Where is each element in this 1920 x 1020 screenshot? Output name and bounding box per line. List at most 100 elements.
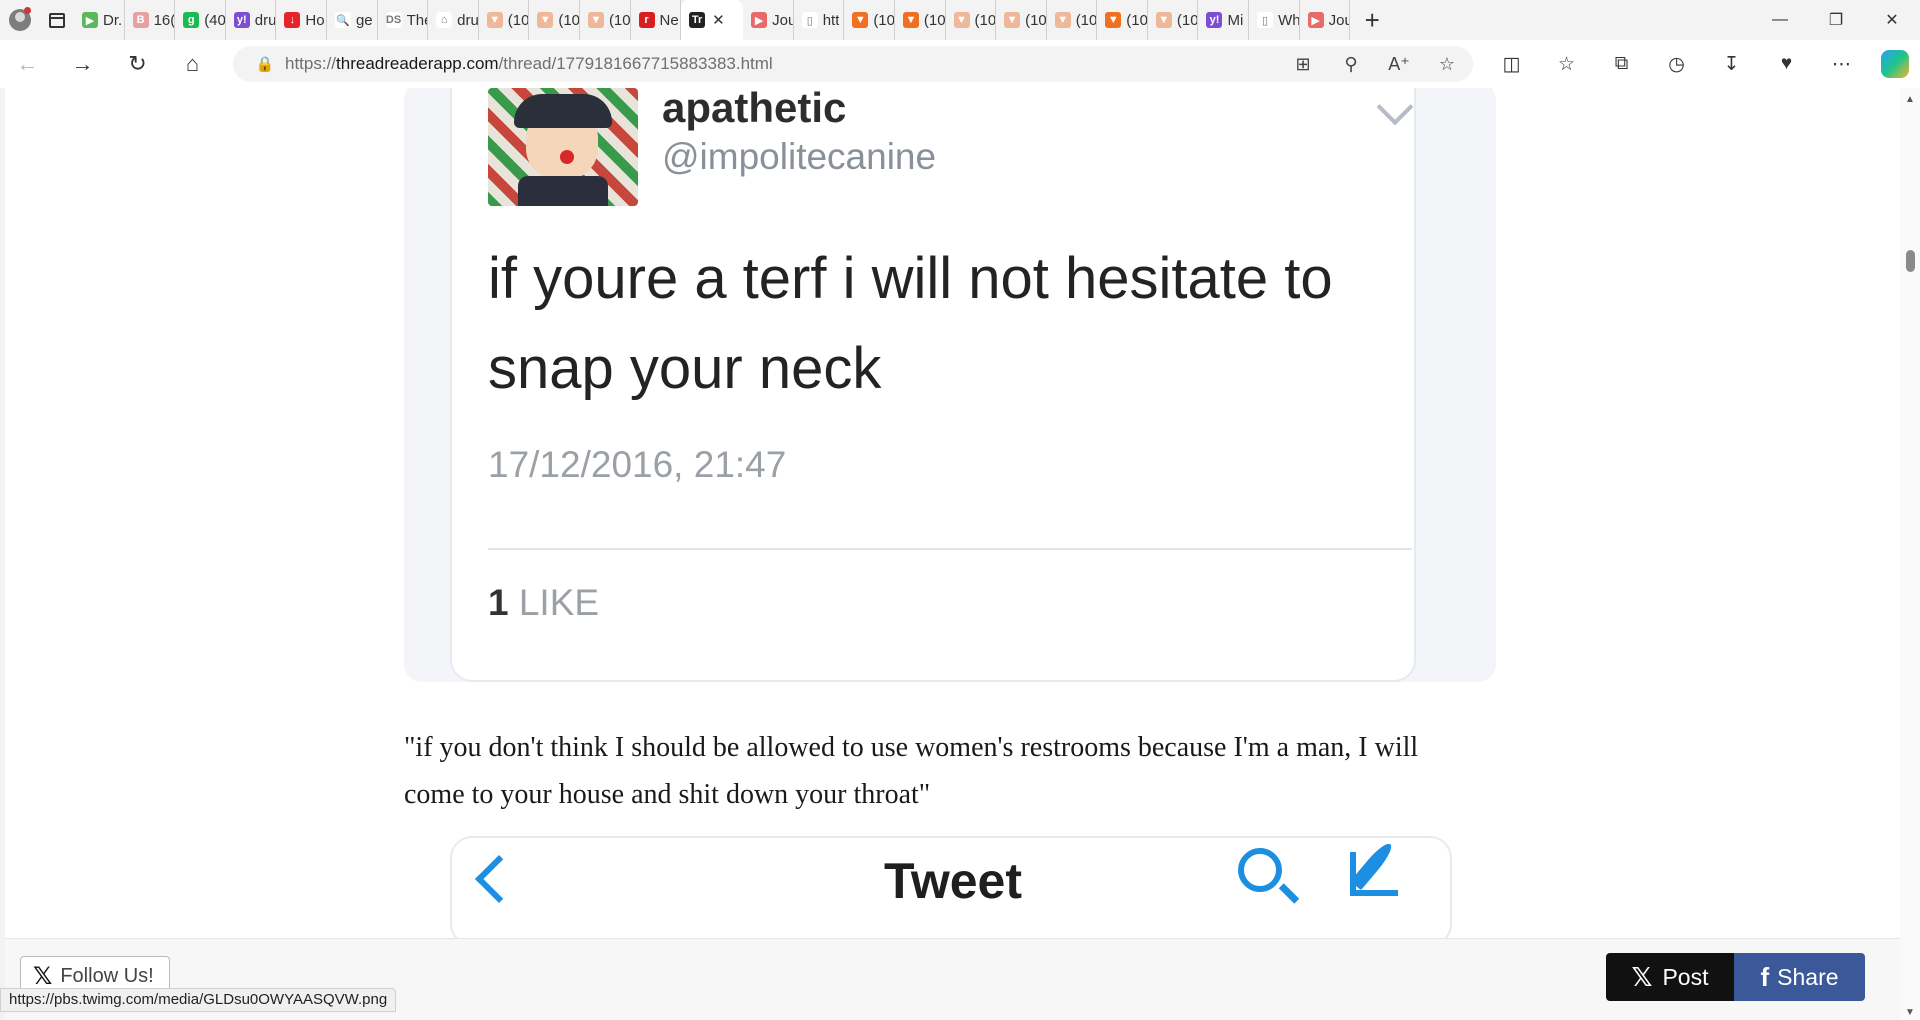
x-logo-icon: 𝕏	[33, 962, 53, 990]
browser-tab[interactable]: ▯ Wh	[1249, 0, 1300, 40]
tweet-likes: 1 LIKE	[488, 582, 600, 623]
tab-title: (10	[1075, 11, 1097, 29]
share-button[interactable]: f Share	[1734, 953, 1865, 1001]
window-controls: — ❐ ✕	[1752, 0, 1920, 40]
forward-button[interactable]: →	[55, 40, 110, 88]
browser-tab[interactable]: ▼ (10	[479, 0, 530, 40]
restore-button[interactable]: ❐	[1808, 0, 1864, 40]
tweet-screenshot-image-2[interactable]: Tweet	[450, 836, 1452, 946]
browser-tab[interactable]: ▶Jou	[743, 0, 794, 40]
browser-tab[interactable]: y! dru	[226, 0, 277, 40]
tab-title: (40	[204, 11, 225, 29]
app-available-icon[interactable]: ⊞	[1291, 54, 1315, 75]
tab-favicon-icon: r	[638, 12, 655, 28]
tabs: ▶Dr.B16(g(40y!dru↓Ho🔍geDSThe⌂dru▼(10▼(10…	[74, 0, 1351, 40]
lock-icon[interactable]: 🔒	[245, 55, 285, 73]
browser-tab[interactable]: ▼ (10	[1047, 0, 1098, 40]
browser-tab[interactable]: 🔍 ge	[327, 0, 378, 40]
split-screen-icon[interactable]: ◫	[1484, 53, 1539, 76]
tab-title: (10	[507, 11, 529, 29]
more-menu-icon[interactable]: ⋯	[1814, 53, 1869, 76]
browser-tab[interactable]: ▼ (10	[996, 0, 1047, 40]
tab-favicon-icon: ▼	[1004, 12, 1021, 28]
tab-title: (10	[558, 11, 579, 29]
performance-icon[interactable]: ♥	[1759, 53, 1814, 75]
browser-tab[interactable]: r Ne	[631, 0, 682, 40]
home-button[interactable]: ⌂	[165, 40, 220, 88]
tab-title: (10	[608, 11, 630, 29]
active-tab[interactable]: Tr ✕	[681, 0, 744, 40]
tab-title: htt	[822, 11, 840, 29]
tab-title: Mi	[1227, 11, 1244, 29]
notification-dot	[24, 7, 31, 14]
tweet-date: 17/12/2016, 21:47	[488, 444, 787, 485]
favorites-icon[interactable]: ☆	[1539, 53, 1594, 76]
browser-tab[interactable]: ▼ (10	[529, 0, 580, 40]
back-button[interactable]: ←	[0, 40, 55, 88]
tab-favicon-icon: y!	[1206, 12, 1223, 28]
browser-tab[interactable]: ▶Jou	[1300, 0, 1351, 40]
tab-favicon-icon: ▶	[82, 12, 98, 28]
status-bar-url: https://pbs.twimg.com/media/GLDsu0OWYAAS…	[0, 988, 397, 1012]
close-tab-icon[interactable]: ✕	[712, 11, 725, 29]
browser-toolbar: ← → ↻ ⌂ 🔒 https://threadreaderapp.com/th…	[0, 40, 1920, 88]
refresh-button[interactable]: ↻	[110, 40, 165, 88]
browser-tab[interactable]: B 16(	[125, 0, 176, 40]
tab-favicon-icon: Tr	[689, 12, 706, 28]
tab-favicon-icon: DS	[385, 12, 402, 28]
browser-tab[interactable]: ▼ (10	[580, 0, 631, 40]
tab-title: Ho	[305, 11, 325, 29]
favorite-star-icon[interactable]: ☆	[1435, 54, 1459, 75]
page-viewport: apathetic @impolitecanine if youre a ter…	[0, 88, 1920, 1020]
browser-tab[interactable]: ▼ (10	[844, 0, 895, 40]
tab-title: (10	[1126, 11, 1147, 29]
tab-title: Jou	[1328, 11, 1350, 29]
scrollbar-thumb[interactable]	[1906, 250, 1915, 272]
tweet-username: apathetic	[662, 88, 847, 131]
tweet-text: if youre a terf i will not hesitate to s…	[488, 246, 1333, 401]
tab-title: (10	[974, 11, 996, 29]
tab-favicon-icon: ▼	[587, 12, 604, 28]
vertical-scrollbar[interactable]: ▲ ▼	[1900, 88, 1920, 1020]
read-aloud-icon[interactable]: A⁺	[1387, 54, 1411, 75]
scroll-down-arrow-icon[interactable]: ▼	[1905, 1007, 1915, 1018]
tab-title: Jou	[772, 11, 793, 29]
tab-favicon-icon: g	[183, 12, 200, 28]
tab-title: Wh	[1278, 11, 1299, 29]
copilot-icon[interactable]	[1881, 50, 1909, 78]
new-tab-button[interactable]: +	[1350, 0, 1394, 40]
browser-tab[interactable]: y! Mi	[1198, 0, 1250, 40]
scroll-up-arrow-icon[interactable]: ▲	[1905, 94, 1915, 105]
tweet-divider	[488, 548, 1412, 550]
left-edge	[0, 88, 5, 1020]
browser-tab[interactable]: ▼ (10	[1148, 0, 1199, 40]
browser-tab[interactable]: g (40	[175, 0, 226, 40]
history-icon[interactable]: ◷	[1649, 53, 1704, 76]
browser-tab[interactable]: ▼ (10	[895, 0, 946, 40]
tab-actions-button[interactable]	[40, 0, 74, 40]
browser-tab[interactable]: ▶ Dr.	[74, 0, 125, 40]
tab-title: The	[406, 11, 428, 29]
browser-tab[interactable]: ▯ htt	[794, 0, 845, 40]
tab-favicon-icon: ▼	[902, 12, 919, 28]
browser-tab[interactable]: ⌂ dru	[428, 0, 479, 40]
zoom-icon[interactable]: ⚲	[1339, 54, 1363, 75]
tab-title: (10	[873, 11, 894, 29]
browser-tab[interactable]: ↓ Ho	[276, 0, 327, 40]
post-button[interactable]: 𝕏 Post	[1606, 953, 1734, 1001]
close-window-button[interactable]: ✕	[1864, 0, 1920, 40]
tab-favicon-icon: ▼	[1155, 12, 1172, 28]
tab-favicon-icon: ▼	[852, 12, 869, 28]
minimize-button[interactable]: —	[1752, 0, 1808, 40]
browser-tab[interactable]: DSThe	[378, 0, 429, 40]
collections-icon[interactable]: ⧉	[1594, 53, 1649, 75]
address-bar[interactable]: 🔒 https://threadreaderapp.com/thread/177…	[233, 46, 1473, 82]
downloads-icon[interactable]: ↧	[1704, 53, 1759, 76]
tab-favicon-icon: ▶	[751, 12, 768, 28]
tweet-screenshot-image[interactable]: apathetic @impolitecanine if youre a ter…	[404, 88, 1496, 682]
browser-tab[interactable]: ▼ (10	[946, 0, 997, 40]
url-text[interactable]: https://threadreaderapp.com/thread/17791…	[285, 54, 773, 74]
browser-tab[interactable]: ▼ (10	[1097, 0, 1148, 40]
share-label: Share	[1777, 963, 1839, 990]
profile-button[interactable]	[0, 0, 40, 40]
